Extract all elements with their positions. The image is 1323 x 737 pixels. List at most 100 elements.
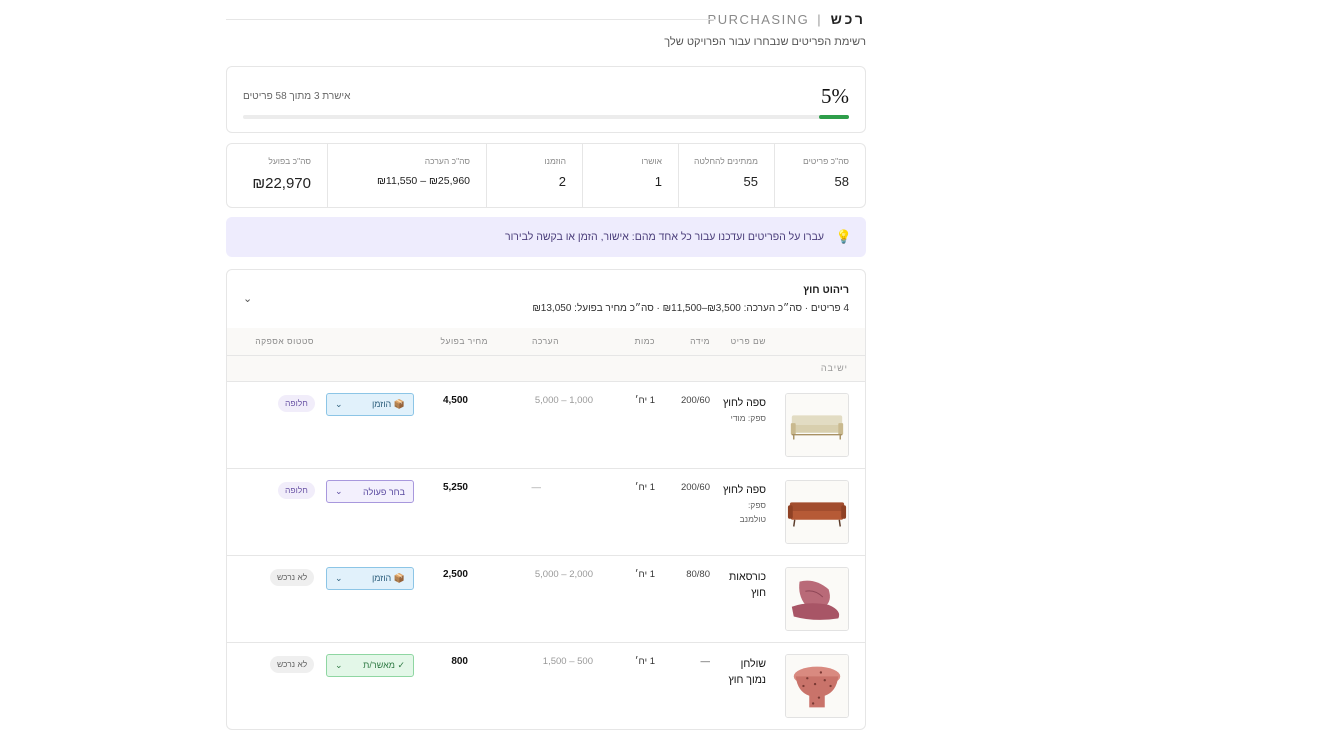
purchasing-page: רכש | PURCHASING רשימת הפריטים שנבחרו עב…: [226, 0, 866, 730]
stat-actual-total: סה"כ בפועל ₪22,970: [227, 144, 327, 207]
chevron-down-icon: ⌄: [335, 399, 343, 409]
table-header: שם פריט מידה כמות הערכה מחיר בפועל סטטוס…: [227, 328, 865, 356]
stat-approved: אושרו 1: [582, 144, 678, 207]
sofa-image: [786, 394, 848, 456]
table-row: כורסאות חוץ 80/80 1 יח׳ 2,000 – 5,000 2,…: [227, 556, 865, 643]
action-select[interactable]: בחר פעולה ⌄: [326, 480, 414, 503]
instruction-text: עברו על הפריטים ועדכנו עבור כל אחד מהם: …: [504, 231, 824, 243]
status-badge[interactable]: חלופה: [278, 482, 315, 499]
product-quantity: 1 יח׳: [634, 569, 655, 580]
sofa-image: [786, 481, 848, 543]
stat-ordered: הוזמנו 2: [486, 144, 582, 207]
group-summary: 4 פריטים · סה״כ הערכה: ₪3,500–₪11,500 · …: [532, 303, 849, 314]
page-header: רכש | PURCHASING: [226, 0, 866, 38]
status-badge[interactable]: לא נרכש: [270, 656, 315, 673]
action-label: מאשר/ת: [363, 660, 395, 670]
page-title-hebrew: רכש: [830, 11, 866, 27]
stat-label: הוזמנו: [544, 156, 566, 166]
product-name: כורסאות חוץ: [729, 571, 766, 599]
product-estimate: 500 – 1,500: [542, 656, 593, 667]
column-header-qty: כמות: [634, 336, 655, 346]
table-row: ספה לחוץ ספק: טולמנב 200/60 1 יח׳ — 5,25…: [227, 469, 865, 556]
stat-label: סה"כ בפועל: [268, 156, 311, 166]
table-row: שולחן נמוך חוץ — 1 יח׳ 500 – 1,500 800 ✓…: [227, 643, 865, 729]
stat-total-items: סה"כ פריטים 58: [774, 144, 865, 207]
product-thumbnail[interactable]: [785, 480, 849, 544]
page-title: רכש | PURCHASING: [708, 11, 866, 27]
stat-estimate-total: סה"כ הערכה ₪25,960 – ₪11,550: [327, 144, 486, 207]
check-icon: ✓: [397, 660, 405, 670]
chevron-down-icon: ⌄: [335, 573, 343, 583]
table-row: ספה לחוץ ספק: מודי 200/60 1 יח׳ 1,000 – …: [227, 382, 865, 469]
action-label-wrap: ✓ מאשר/ת: [363, 660, 405, 671]
action-select[interactable]: 📦 הוזמן ⌄: [326, 393, 414, 416]
stat-pending: ממתינים להחלטה 55: [678, 144, 774, 207]
progress-bar-fill: [818, 115, 849, 119]
chevron-down-icon: ⌄: [335, 660, 343, 670]
product-estimate: 1,000 – 5,000: [534, 395, 593, 406]
product-size: 200/60: [680, 482, 710, 493]
stat-label: אושרו: [641, 156, 663, 166]
action-select[interactable]: ✓ מאשר/ת ⌄: [326, 654, 414, 677]
chair-image: [786, 568, 848, 630]
product-name: שולחן נמוך חוץ: [728, 658, 766, 686]
product-actual-price: 4,500: [442, 395, 468, 406]
product-thumbnail[interactable]: [785, 654, 849, 718]
category-group-outdoor-furniture: ריהוט חוץ 4 פריטים · סה״כ הערכה: ₪3,500–…: [226, 269, 866, 730]
stat-label: ממתינים להחלטה: [694, 156, 758, 166]
page-title-english: PURCHASING: [707, 11, 810, 27]
stats-card: סה"כ פריטים 58 ממתינים להחלטה 55 אושרו 1…: [226, 143, 866, 208]
stat-value: 55: [743, 174, 758, 189]
product-actual-price: 5,250: [442, 482, 468, 493]
group-title: ריהוט חוץ: [803, 284, 849, 296]
progress-percent: 5%: [821, 84, 849, 108]
stat-label: סה"כ פריטים: [802, 156, 849, 166]
stat-value: ₪22,970: [252, 175, 311, 192]
title-separator: |: [817, 11, 823, 27]
package-icon: 📦: [393, 573, 405, 583]
instruction-banner: 💡 עברו על הפריטים ועדכנו עבור כל אחד מהם…: [226, 217, 866, 257]
stat-value: ₪25,960 – ₪11,550: [377, 175, 470, 187]
product-estimate: —: [531, 482, 542, 493]
approved-count-text: אישרת 3 מתוך 58 פריטים: [243, 91, 351, 102]
section-header-seating: ישיבה: [227, 356, 865, 382]
action-select[interactable]: 📦 הוזמן ⌄: [326, 567, 414, 590]
product-thumbnail[interactable]: [785, 393, 849, 457]
page-subtitle: רשימת הפריטים שנבחרו עבור הפרויקט שלך: [664, 36, 866, 48]
product-name: ספה לחוץ: [722, 484, 766, 496]
column-header-actual: מחיר בפועל: [440, 336, 488, 346]
product-supplier: ספק: מודי: [730, 413, 766, 423]
action-label: בחר פעולה: [363, 486, 405, 497]
column-header-estimate: הערכה: [532, 336, 559, 346]
package-icon: 📦: [393, 399, 405, 409]
collapse-chevron-icon[interactable]: ⌄: [243, 292, 252, 305]
table-image: [786, 655, 848, 717]
status-badge[interactable]: לא נרכש: [270, 569, 315, 586]
chevron-down-icon: ⌄: [335, 486, 343, 496]
status-badge[interactable]: חלופה: [278, 395, 315, 412]
product-actual-price: 2,500: [442, 569, 468, 580]
header-divider: [226, 19, 716, 20]
product-thumbnail[interactable]: [785, 567, 849, 631]
product-quantity: 1 יח׳: [634, 482, 655, 493]
action-label: הוזמן: [371, 573, 392, 583]
stat-value: 1: [654, 174, 662, 189]
stat-label: סה"כ הערכה: [424, 156, 470, 166]
product-estimate: 2,000 – 5,000: [534, 569, 593, 580]
progress-bar: [243, 115, 849, 119]
column-header-name: שם פריט: [730, 336, 766, 346]
product-size: 80/80: [686, 569, 710, 580]
product-actual-price: 800: [451, 656, 468, 667]
product-quantity: 1 יח׳: [634, 656, 655, 667]
lightbulb-icon: 💡: [835, 229, 852, 244]
product-quantity: 1 יח׳: [634, 395, 655, 406]
action-label-wrap: 📦 הוזמן: [372, 399, 405, 410]
column-header-status: סטטוס אספקה: [255, 336, 314, 346]
product-supplier: ספק: טולמנב: [739, 500, 766, 524]
product-name: ספה לחוץ: [722, 397, 766, 409]
column-header-size: מידה: [690, 336, 710, 346]
section-label: ישיבה: [820, 363, 848, 373]
stat-value: 2: [558, 174, 566, 189]
progress-card: 5% אישרת 3 מתוך 58 פריטים: [226, 66, 866, 133]
stat-value: 58: [834, 174, 849, 189]
